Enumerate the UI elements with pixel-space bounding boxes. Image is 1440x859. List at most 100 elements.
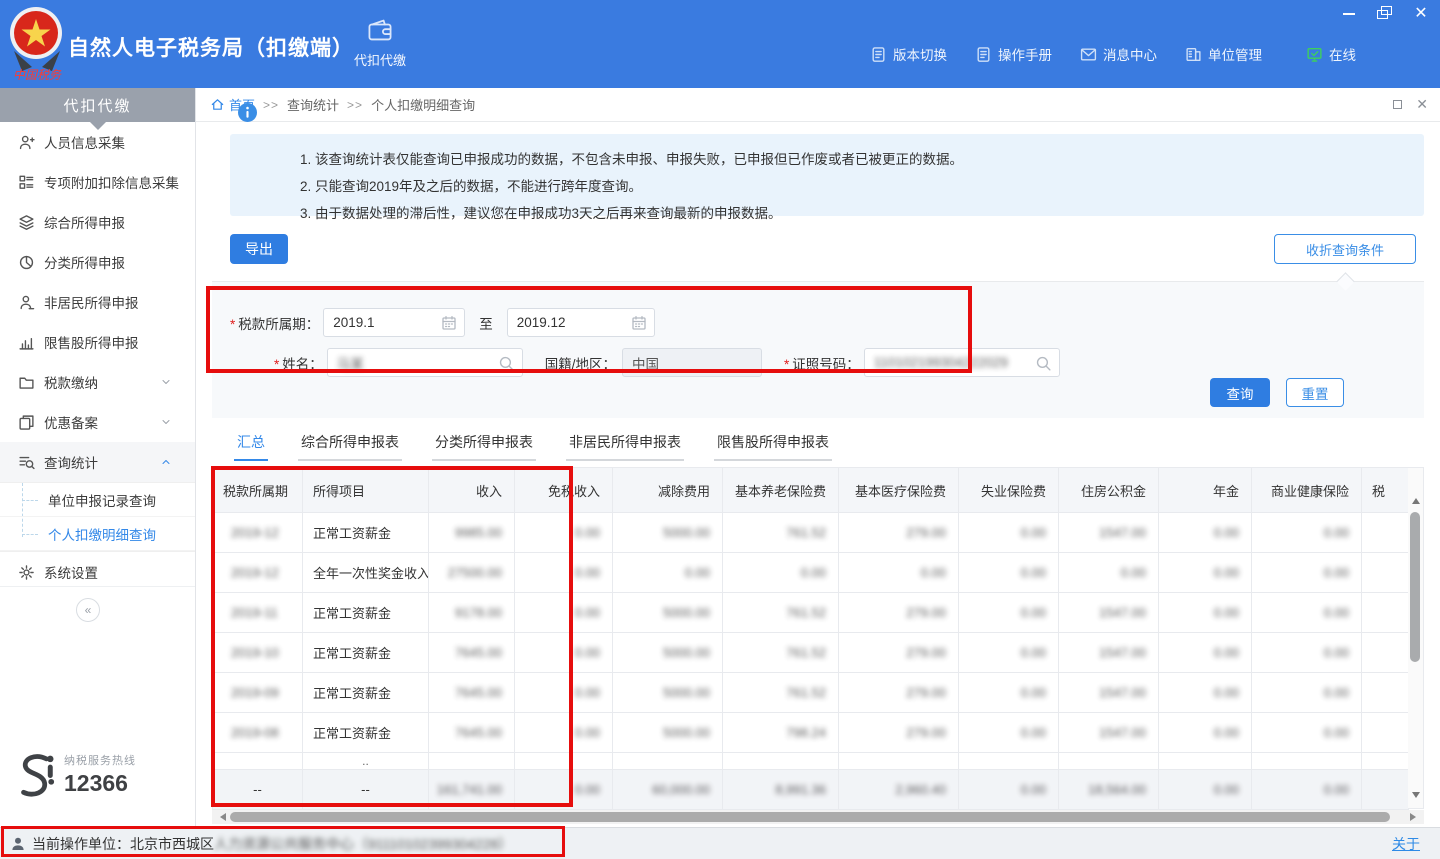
horizontal-scrollbar[interactable] [212, 810, 1424, 824]
module-tab-withholding[interactable]: 代扣代缴 [348, 16, 412, 78]
table-header-6: 基本医疗保险费 [839, 468, 959, 513]
table-summary-row[interactable]: ----161,741.000.0060,000.008,991.362,960… [213, 770, 1409, 810]
table-cell: 0.00 [959, 513, 1059, 553]
table-cell: 2019-11 [213, 593, 303, 633]
period-to-input[interactable] [507, 308, 655, 337]
table-cell: 0.00 [959, 553, 1059, 593]
table-cell: 1547.00 [1059, 713, 1159, 753]
sidebar-item-query-statistics[interactable]: 查询统计 [0, 442, 195, 482]
tab-report-3[interactable]: 非居民所得申报表 [566, 432, 684, 461]
menu-item-manual[interactable]: 操作手册 [975, 44, 1052, 64]
table-cell [1362, 673, 1409, 713]
table-cell: 0.00 [1059, 553, 1159, 593]
tab-report-2[interactable]: 分类所得申报表 [432, 432, 536, 461]
doc-icon [975, 46, 992, 63]
copy-icon [18, 414, 35, 431]
table-cell: 全年一次性奖金收入 [303, 553, 429, 593]
sidebar-item-restricted-shares[interactable]: 限售股所得申报 [0, 322, 195, 362]
doc-icon [870, 46, 887, 63]
scroll-down-arrow[interactable] [1412, 792, 1420, 802]
table-header-4: 减除费用 [613, 468, 723, 513]
table-cell: 761.52 [723, 513, 839, 553]
name-label: *姓名： [274, 353, 323, 373]
calendar-icon[interactable] [630, 314, 648, 332]
sidebar-item-tax-payment[interactable]: 税款缴纳 [0, 362, 195, 402]
calendar-icon[interactable] [440, 314, 458, 332]
collapse-query-button[interactable]: 收折查询条件 [1274, 234, 1416, 264]
titlebar: 中国税务 自然人电子税务局（扣缴端） 代扣代缴 版本切换操作手册消息中心单位管理… [0, 0, 1440, 88]
tab-report-1[interactable]: 综合所得申报表 [298, 432, 402, 461]
scroll-right-arrow[interactable] [1410, 813, 1420, 821]
vertical-scrollbar-thumb[interactable] [1410, 512, 1420, 662]
scroll-left-arrow[interactable] [216, 813, 226, 821]
tab-report-4[interactable]: 限售股所得申报表 [714, 432, 832, 461]
export-button[interactable]: 导出 [230, 234, 288, 264]
vertical-scrollbar[interactable] [1408, 467, 1424, 809]
table-row[interactable]: 2019-09正常工资薪金7645.000.005000.00761.52279… [213, 673, 1409, 713]
about-link[interactable]: 关于 [1392, 834, 1420, 854]
table-row[interactable]: 2019-10正常工资薪金7645.000.005000.00761.52279… [213, 633, 1409, 673]
cert-number-input[interactable]: 110102199304222029 [864, 348, 1060, 377]
scroll-up-arrow[interactable] [1412, 494, 1420, 504]
panel-close-icon[interactable]: ✕ [1416, 97, 1428, 111]
table-cell: 0.00 [515, 713, 613, 753]
window-close-button[interactable]: ✕ [1412, 6, 1430, 22]
table-row[interactable]: 2019-12全年一次性奖金收入27500.000.000.000.000.00… [213, 553, 1409, 593]
table-row[interactable]: 2019-08正常工资薪金7645.000.005000.00798.24279… [213, 713, 1409, 753]
table-cell: 0.00 [723, 553, 839, 593]
sidebar-item-comprehensive-income[interactable]: 综合所得申报 [0, 202, 195, 242]
table-cell [1159, 753, 1252, 770]
table-ellipsis-row[interactable]: .. [213, 753, 1409, 770]
person-icon [18, 134, 35, 151]
table-cell: 5000.00 [613, 633, 723, 673]
name-value: 马某 [337, 353, 364, 373]
search-button[interactable]: 查询 [1210, 378, 1270, 407]
panel-maximize-icon[interactable] [1393, 100, 1402, 109]
sidebar-item-special-deduction[interactable]: 专项附加扣除信息采集 [0, 162, 195, 202]
window-restore-button[interactable] [1376, 6, 1394, 22]
table-cell: 761.52 [723, 593, 839, 633]
table-cell: 1547.00 [1059, 513, 1159, 553]
period-to-value[interactable] [517, 315, 624, 330]
sidebar-item-nonresident-income[interactable]: 非居民所得申报 [0, 282, 195, 322]
menu-item-message-center[interactable]: 消息中心 [1080, 44, 1157, 64]
sidebar-collapse-button[interactable]: « [76, 598, 100, 622]
table-cell: 0.00 [1252, 593, 1362, 633]
table-row[interactable]: 2019-11正常工资薪金9178.000.005000.00761.52279… [213, 593, 1409, 633]
period-from-value[interactable] [333, 315, 434, 330]
name-input[interactable]: 马某 [327, 348, 523, 377]
sidebar-item-personnel-info[interactable]: 人员信息采集 [0, 122, 195, 162]
table-cell: 0.00 [959, 673, 1059, 713]
searchlist-icon [18, 454, 35, 471]
horizontal-scrollbar-thumb[interactable] [230, 812, 1390, 822]
period-from-input[interactable] [323, 308, 465, 337]
notice-box: 1. 该查询统计表仅能查询已申报成功的数据，不包含未申报、申报失败，已申报但已作… [230, 134, 1424, 216]
search-icon[interactable] [1035, 354, 1053, 372]
table-cell: 8,991.36 [723, 770, 839, 810]
menu-item-online-status[interactable]: 在线 [1306, 44, 1356, 64]
tab-summary[interactable]: 汇总 [234, 432, 268, 461]
table-header-2: 收入 [429, 468, 515, 513]
sidebar-subitem-personal-withholding-detail-query[interactable]: 个人扣缴明细查询 [0, 517, 195, 551]
table-cell: 7645.00 [429, 713, 515, 753]
table-cell: 0.00 [1252, 513, 1362, 553]
period-to-label: 至 [479, 313, 493, 333]
sidebar-subitem-unit-declare-record-query[interactable]: 单位申报记录查询 [0, 483, 195, 517]
table-cell [1362, 553, 1409, 593]
table-cell: .. [303, 753, 429, 770]
hotline: 纳税服务热线 12366 [14, 752, 136, 804]
wallet-icon [365, 16, 395, 44]
menu-item-org-management[interactable]: 单位管理 [1185, 44, 1262, 64]
sidebar-item-classified-income[interactable]: 分类所得申报 [0, 242, 195, 282]
org-icon [1185, 46, 1202, 63]
online-icon [1306, 46, 1323, 63]
reset-button[interactable]: 重置 [1286, 378, 1344, 407]
sidebar-item-preferential-filing[interactable]: 优惠备案 [0, 402, 195, 442]
window-minimize-button[interactable] [1340, 6, 1358, 22]
table-row[interactable]: 2019-12正常工资薪金9985.000.005000.00761.52279… [213, 513, 1409, 553]
table-cell: 18,564.00 [1059, 770, 1159, 810]
search-icon[interactable] [498, 354, 516, 372]
menu-item-version-switch[interactable]: 版本切换 [870, 44, 947, 64]
info-icon [238, 103, 257, 122]
nationality-input: 中国 [622, 348, 762, 377]
